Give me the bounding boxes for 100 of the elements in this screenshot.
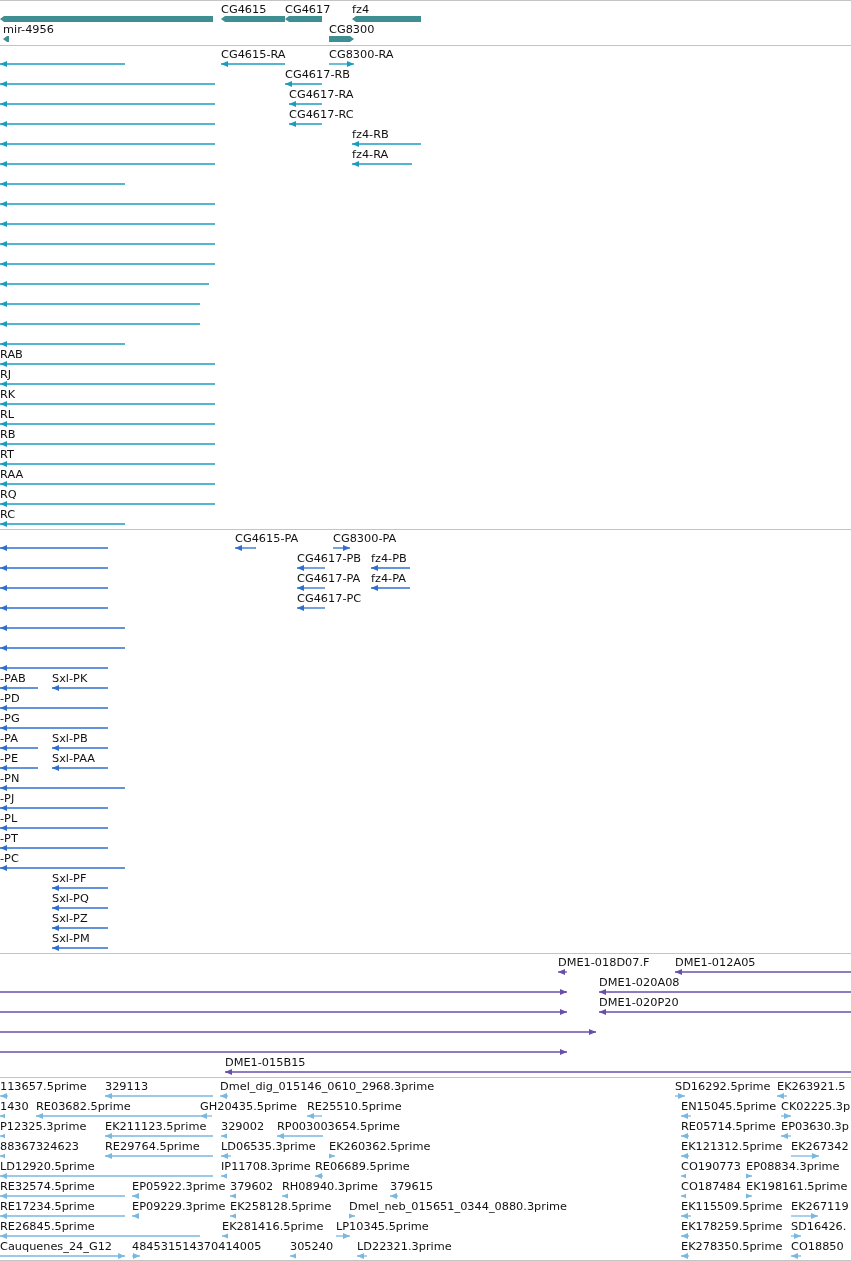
feature-label[interactable]: CG4617-PA (297, 572, 361, 585)
feature-label[interactable]: Sxl-PAA (52, 752, 95, 765)
feature-label[interactable]: RE06689.5prime (315, 1160, 410, 1173)
feature-label[interactable]: RQ (0, 488, 17, 501)
feature-glyph[interactable] (235, 543, 256, 553)
feature-glyph[interactable] (329, 34, 354, 44)
feature-glyph[interactable] (0, 723, 108, 733)
feature-label[interactable]: DME1-018D07.F (558, 956, 650, 969)
feature-label[interactable]: Sxl-PM (52, 932, 90, 945)
feature-label[interactable]: -PT (0, 832, 18, 845)
feature-label[interactable]: fz4-RB (352, 128, 389, 141)
feature-label[interactable]: -PG (0, 712, 20, 725)
feature-label[interactable]: CG8300-PA (333, 532, 397, 545)
feature-glyph[interactable] (52, 763, 108, 773)
feature-glyph[interactable] (221, 59, 285, 69)
feature-label[interactable]: RH08940.3prime (282, 1180, 378, 1193)
feature-glyph[interactable] (371, 583, 410, 593)
feature-label[interactable]: CG8300 (329, 23, 375, 36)
feature-label[interactable]: Sxl-PB (52, 732, 88, 745)
feature-label[interactable]: mir-4956 (3, 23, 54, 36)
feature-label[interactable]: EP03630.3p (781, 1120, 849, 1133)
feature-label[interactable]: RAA (0, 468, 24, 481)
feature-label[interactable]: CG4617-RA (289, 88, 354, 101)
feature-label[interactable]: RJ (0, 368, 12, 381)
feature-label[interactable]: Dmel_dig_015146_0610_2968.3prime (220, 1080, 435, 1093)
feature-label[interactable]: 113657.5prime (0, 1080, 87, 1093)
feature-glyph[interactable] (0, 563, 108, 573)
feature-glyph[interactable] (0, 803, 108, 813)
feature-label[interactable]: EK260362.5prime (329, 1140, 431, 1153)
feature-glyph[interactable] (0, 863, 125, 873)
feature-glyph[interactable] (0, 1027, 596, 1037)
feature-glyph[interactable] (52, 903, 108, 913)
feature-label[interactable]: EK278350.5prime (681, 1240, 783, 1253)
feature-label[interactable]: CG8300-RA (329, 48, 394, 61)
feature-glyph[interactable] (225, 1067, 851, 1077)
feature-label[interactable]: CG4617-PC (297, 592, 362, 605)
feature-glyph[interactable] (0, 783, 125, 793)
feature-label[interactable]: EK263921.5 (777, 1080, 846, 1093)
feature-glyph[interactable] (0, 703, 108, 713)
feature-label[interactable]: EP05922.3prime (132, 1180, 226, 1193)
feature-glyph[interactable] (0, 663, 108, 673)
feature-label[interactable]: Cauquenes_24_G12 (0, 1240, 113, 1253)
feature-glyph[interactable] (0, 1047, 567, 1057)
feature-label[interactable]: RB (0, 428, 16, 441)
feature-label[interactable]: EK178259.5prime (681, 1220, 783, 1233)
feature-label[interactable]: RE03682.5prime (36, 1100, 131, 1113)
feature-glyph[interactable] (0, 623, 125, 633)
feature-glyph[interactable] (558, 967, 567, 977)
feature-label[interactable]: -PJ (0, 792, 15, 805)
feature-glyph[interactable] (0, 843, 108, 853)
feature-label[interactable]: P12325.3prime (0, 1120, 87, 1133)
feature-label[interactable]: RE05714.5prime (681, 1120, 776, 1133)
feature-label[interactable]: 329002 (221, 1120, 265, 1133)
feature-glyph[interactable] (285, 79, 322, 89)
feature-glyph[interactable] (297, 603, 325, 613)
feature-glyph[interactable] (0, 763, 38, 773)
feature-glyph[interactable] (52, 923, 108, 933)
feature-label[interactable]: Sxl-PZ (52, 912, 88, 925)
feature-label[interactable]: RE17234.5prime (0, 1200, 95, 1213)
feature-glyph[interactable] (0, 743, 38, 753)
feature-glyph[interactable] (371, 563, 410, 573)
feature-label[interactable]: LP10345.5prime (336, 1220, 429, 1233)
feature-label[interactable]: Sxl-PF (52, 872, 87, 885)
feature-glyph[interactable] (0, 1007, 567, 1017)
feature-label[interactable]: EK281416.5prime (222, 1220, 324, 1233)
feature-label[interactable]: RT (0, 448, 14, 461)
feature-label[interactable]: EN15045.5prime (681, 1100, 777, 1113)
feature-label[interactable]: IP11708.3prime (221, 1160, 311, 1173)
feature-label[interactable]: DME1-015B15 (225, 1056, 306, 1069)
feature-label[interactable]: DME1-020A08 (599, 976, 680, 989)
feature-label[interactable]: CG4617 (285, 3, 331, 16)
feature-label[interactable]: 305240 (290, 1240, 334, 1253)
feature-label[interactable]: EK198161.5prime (746, 1180, 848, 1193)
feature-label[interactable]: CG4615-PA (235, 532, 299, 545)
feature-glyph[interactable] (352, 139, 421, 149)
feature-label[interactable]: EK121312.5prime (681, 1140, 783, 1153)
feature-label[interactable]: -PL (0, 812, 18, 825)
feature-label[interactable]: RL (0, 408, 15, 421)
feature-glyph[interactable] (599, 1007, 851, 1017)
feature-glyph[interactable] (0, 543, 108, 553)
feature-glyph[interactable] (52, 883, 108, 893)
feature-label[interactable]: RAB (0, 348, 23, 361)
feature-glyph[interactable] (0, 583, 108, 593)
feature-label[interactable]: DME1-020P20 (599, 996, 679, 1009)
feature-label[interactable]: fz4-RA (352, 148, 389, 161)
feature-glyph[interactable] (3, 34, 9, 44)
feature-label[interactable]: EK258128.5prime (230, 1200, 332, 1213)
feature-label[interactable]: 1430 (0, 1100, 29, 1113)
feature-label[interactable]: CG4617-RB (285, 68, 351, 81)
feature-label[interactable]: EK267119 (791, 1200, 849, 1213)
feature-label[interactable]: SD16292.5prime (675, 1080, 771, 1093)
feature-label[interactable]: 329113 (105, 1080, 149, 1093)
feature-label[interactable]: fz4 (352, 3, 370, 16)
feature-glyph[interactable] (52, 683, 108, 693)
feature-label[interactable]: SD16426. (791, 1220, 847, 1233)
feature-label[interactable]: 379615 (390, 1180, 434, 1193)
feature-label[interactable]: fz4-PB (371, 552, 407, 565)
feature-label[interactable]: -PE (0, 752, 19, 765)
feature-glyph[interactable] (599, 987, 851, 997)
feature-label[interactable]: DME1-012A05 (675, 956, 756, 969)
